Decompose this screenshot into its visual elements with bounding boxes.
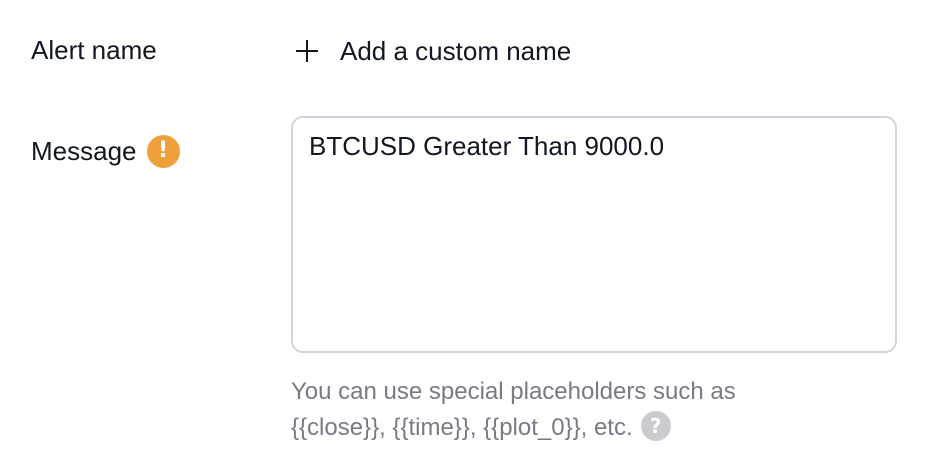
message-label-row: Message ! xyxy=(31,134,180,168)
alert-form: Alert name Add a custom name Message ! Y… xyxy=(0,0,948,472)
add-custom-name-button[interactable]: Add a custom name xyxy=(296,32,571,70)
plus-icon xyxy=(296,40,318,62)
message-label: Message xyxy=(31,136,137,166)
help-glyph: ? xyxy=(649,413,662,438)
alert-name-label: Alert name xyxy=(31,35,157,65)
message-textarea[interactable] xyxy=(291,116,897,353)
placeholder-hint: You can use special placeholders such as… xyxy=(291,374,911,446)
question-help-icon[interactable]: ? xyxy=(640,410,671,441)
hint-line-2: {{close}}, {{time}}, {{plot_0}}, etc. xyxy=(291,414,633,441)
warning-icon[interactable]: ! xyxy=(146,134,180,168)
hint-line-1: You can use special placeholders such as xyxy=(291,378,736,405)
add-custom-name-label: Add a custom name xyxy=(340,36,572,66)
hint-line-2-row: {{close}}, {{time}}, {{plot_0}}, etc.? xyxy=(291,410,911,446)
